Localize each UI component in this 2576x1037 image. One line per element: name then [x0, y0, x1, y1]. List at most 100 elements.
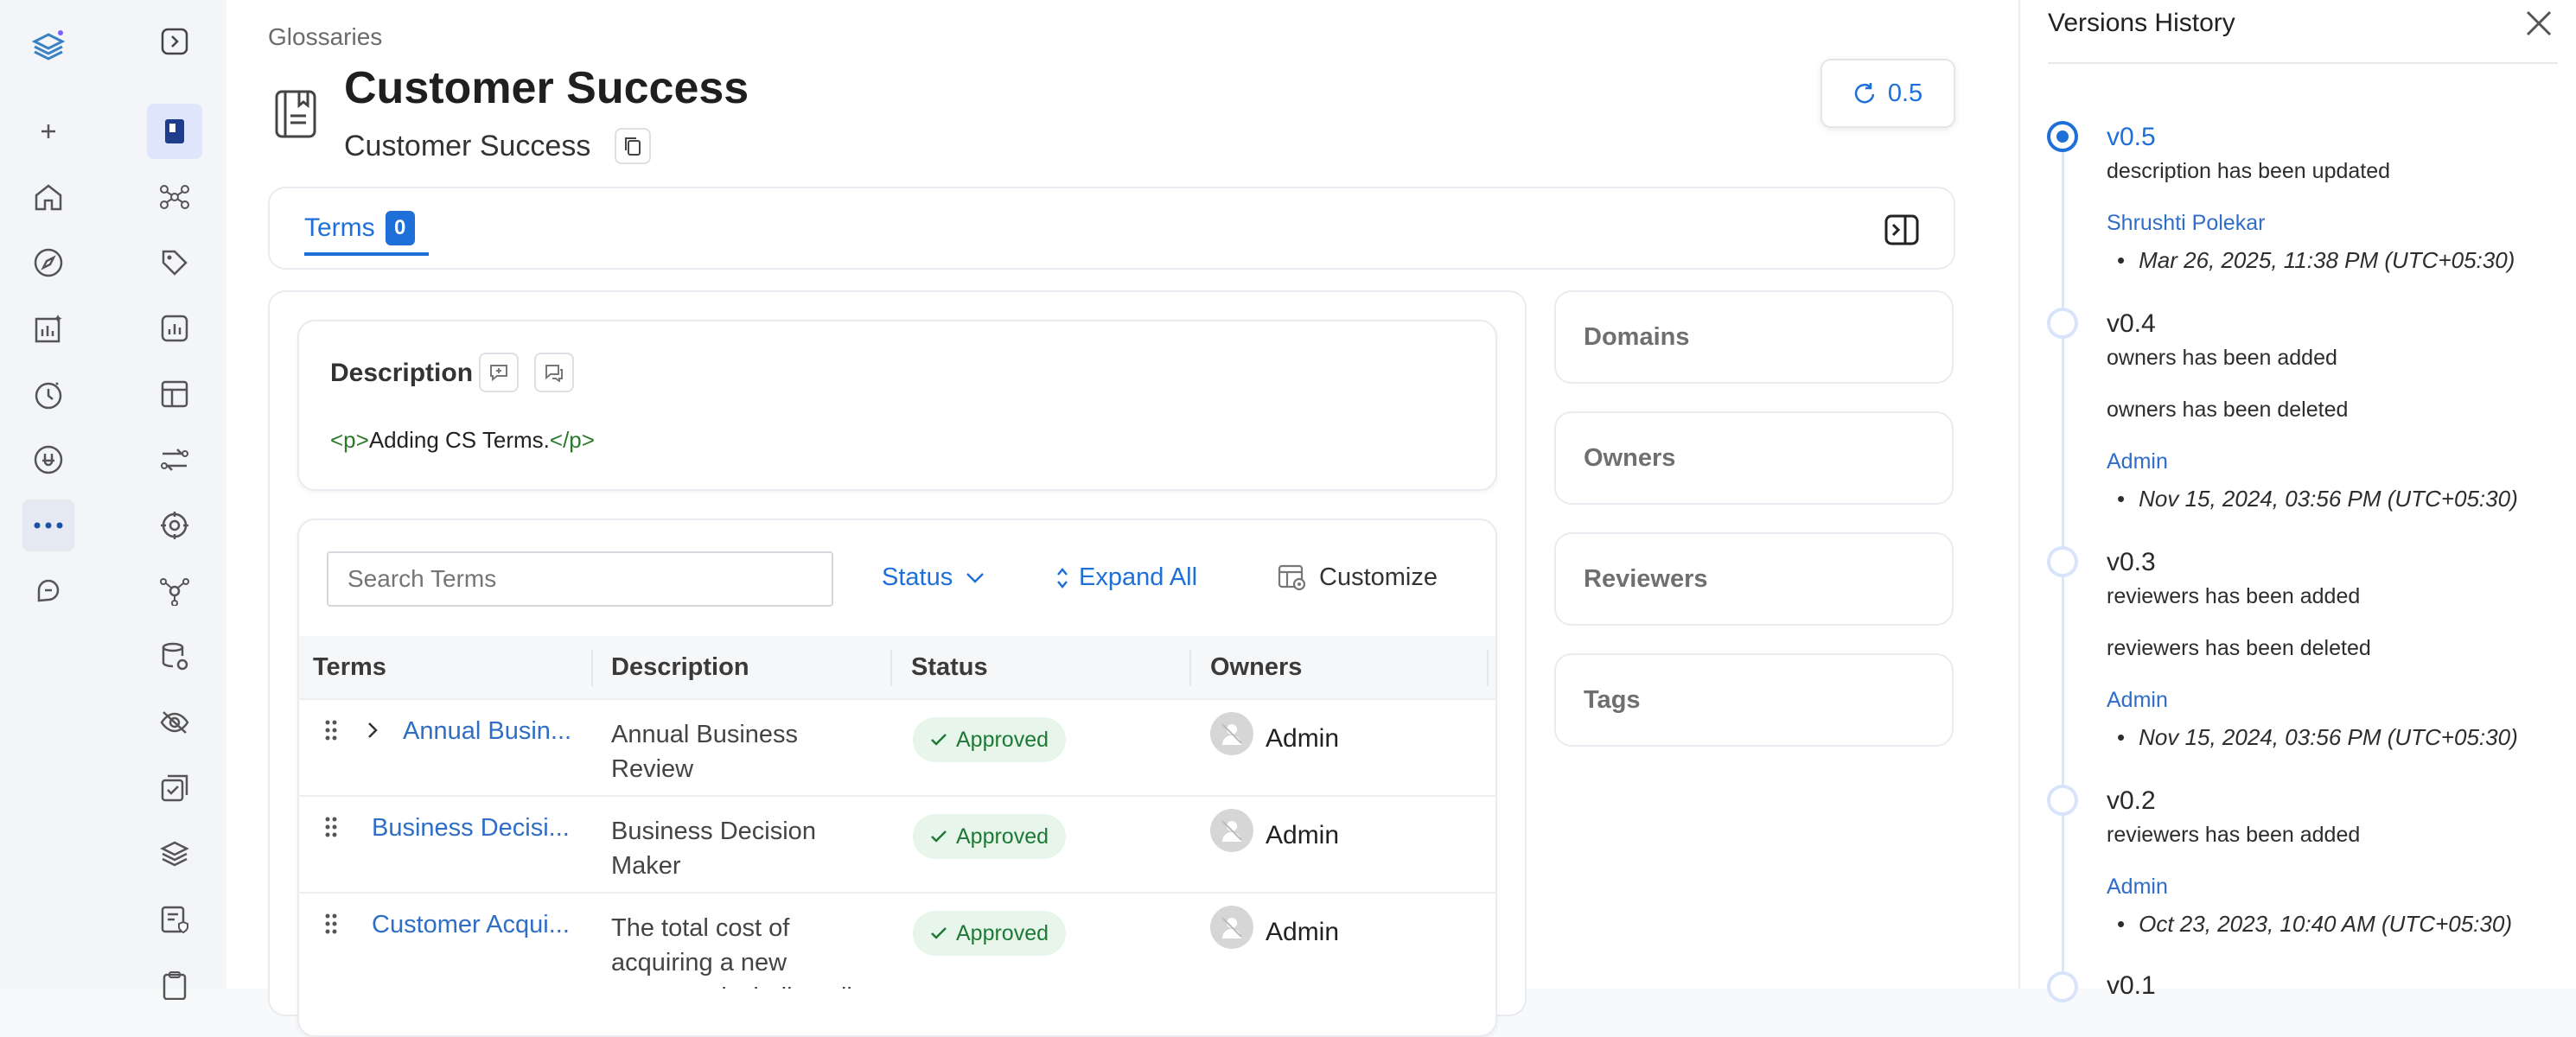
column-header-owners[interactable]: Owners: [1210, 653, 1302, 682]
page-title: Customer Success: [344, 63, 749, 113]
tab-terms[interactable]: Terms 0: [304, 211, 415, 245]
policy-icon[interactable]: [147, 892, 202, 947]
description-card: [297, 320, 1497, 491]
clipboard-icon[interactable]: [147, 957, 202, 1013]
column-header-description[interactable]: Description: [611, 653, 749, 682]
tabs-bar: [268, 187, 1955, 270]
column-divider[interactable]: [591, 650, 593, 686]
knowledge-graph-icon[interactable]: [147, 169, 202, 225]
table-header: [299, 636, 1495, 700]
status-badge: Approved: [913, 814, 1067, 859]
customize-button[interactable]: Customize: [1278, 563, 1438, 592]
drag-handle-icon[interactable]: [325, 719, 337, 741]
timeline-dot[interactable]: [2047, 785, 2078, 816]
version-author[interactable]: Admin: [2107, 688, 2168, 713]
data-quality-icon[interactable]: [147, 498, 202, 553]
term-link[interactable]: Annual Busin...: [403, 717, 571, 746]
data-products-icon[interactable]: [147, 366, 202, 422]
close-icon[interactable]: [2524, 9, 2554, 38]
owner-name[interactable]: Admin: [1266, 821, 1339, 850]
breadcrumb[interactable]: Glossaries: [268, 23, 382, 51]
version-change: owners has been deleted: [2107, 398, 2349, 422]
reviewers-card[interactable]: Reviewers: [1554, 532, 1954, 626]
copy-icon[interactable]: [615, 128, 651, 164]
version-label[interactable]: v0.1: [2107, 971, 2156, 1001]
owner-name[interactable]: Admin: [1266, 918, 1339, 947]
versions-history-title: Versions History: [2048, 9, 2235, 37]
pipelines-icon[interactable]: [147, 432, 202, 487]
version-change: reviewers has been added: [2107, 823, 2361, 847]
version-label[interactable]: v0.3: [2107, 548, 2156, 577]
timeline-dot[interactable]: [2047, 308, 2078, 339]
column-divider[interactable]: [1189, 650, 1191, 686]
version-change: description has been updated: [2107, 159, 2391, 183]
version-label[interactable]: v0.4: [2107, 309, 2156, 339]
tab-terms-label: Terms: [304, 213, 375, 242]
conversation-icon[interactable]: [534, 353, 574, 392]
chat-icon[interactable]: [22, 565, 74, 617]
database-icon[interactable]: [147, 629, 202, 684]
sub-sidebar: [104, 0, 226, 1000]
active-tab-indicator: [304, 252, 429, 256]
version-date: Nov 15, 2024, 03:56 PM (UTC+05:30): [2117, 724, 2518, 751]
chevron-right-icon[interactable]: [367, 721, 379, 740]
avatar[interactable]: [1210, 712, 1253, 755]
hidden-icon[interactable]: [147, 695, 202, 750]
tasks-icon[interactable]: [147, 760, 202, 816]
collapse-sidebar-icon[interactable]: [147, 14, 202, 69]
lineage-icon[interactable]: [147, 563, 202, 619]
column-divider[interactable]: [890, 650, 892, 686]
tags-card[interactable]: Tags: [1554, 653, 1954, 747]
version-author[interactable]: Admin: [2107, 875, 2168, 900]
expand-all-button[interactable]: Expand All: [1056, 563, 1197, 592]
owners-card[interactable]: Owners: [1554, 411, 1954, 505]
observability-icon[interactable]: [22, 368, 74, 420]
timeline-dot[interactable]: [2047, 546, 2078, 577]
add-icon[interactable]: [22, 105, 74, 157]
panel-toggle-icon[interactable]: [1884, 214, 1919, 245]
term-description-line: Business Decision: [611, 818, 816, 845]
insights-icon[interactable]: [22, 302, 74, 354]
more-icon[interactable]: [22, 499, 74, 551]
avatar[interactable]: [1210, 809, 1253, 852]
status-label: Approved: [956, 920, 1049, 945]
owner-name[interactable]: Admin: [1266, 724, 1339, 754]
avatar[interactable]: [1210, 906, 1253, 949]
column-header-terms[interactable]: Terms: [313, 653, 386, 682]
request-description-icon[interactable]: [479, 353, 519, 392]
check-icon: [930, 926, 947, 940]
check-icon: [930, 830, 947, 843]
search-terms-input[interactable]: [327, 551, 833, 607]
timeline-dot-current[interactable]: [2047, 121, 2078, 152]
version-author[interactable]: Shrushti Polekar: [2107, 211, 2265, 236]
glossary-display-name: Customer Success: [344, 130, 591, 162]
version-label[interactable]: v0.2: [2107, 786, 2156, 816]
term-link[interactable]: Customer Acqui...: [372, 911, 570, 939]
timeline-dot[interactable]: [2047, 971, 2078, 1002]
code-close-tag: </p>: [549, 427, 595, 453]
version-author[interactable]: Admin: [2107, 449, 2168, 474]
drag-handle-icon[interactable]: [325, 816, 337, 838]
status-filter-button[interactable]: Status: [882, 563, 985, 592]
version-change: owners has been added: [2107, 346, 2337, 370]
customize-label: Customize: [1319, 563, 1438, 591]
drag-handle-icon[interactable]: [325, 913, 337, 935]
customize-icon: [1278, 564, 1307, 592]
tag-icon[interactable]: [147, 235, 202, 290]
version-label[interactable]: v0.5: [2107, 123, 2156, 152]
version-button[interactable]: 0.5: [1820, 59, 1955, 128]
layers-icon[interactable]: [147, 826, 202, 881]
governance-icon[interactable]: [22, 434, 74, 486]
metrics-icon[interactable]: [147, 301, 202, 356]
logo-icon[interactable]: [22, 21, 74, 73]
glossary-icon[interactable]: [147, 104, 202, 159]
column-divider[interactable]: [1487, 650, 1489, 686]
code-open-tag: <p>: [330, 427, 369, 453]
explore-icon[interactable]: [22, 237, 74, 289]
version-date: Oct 23, 2023, 10:40 AM (UTC+05:30): [2117, 911, 2512, 938]
home-icon[interactable]: [22, 171, 74, 223]
domains-card[interactable]: Domains: [1554, 290, 1954, 384]
column-header-status[interactable]: Status: [911, 653, 988, 682]
version-date: Nov 15, 2024, 03:56 PM (UTC+05:30): [2117, 486, 2518, 512]
term-link[interactable]: Business Decisi...: [372, 814, 570, 843]
